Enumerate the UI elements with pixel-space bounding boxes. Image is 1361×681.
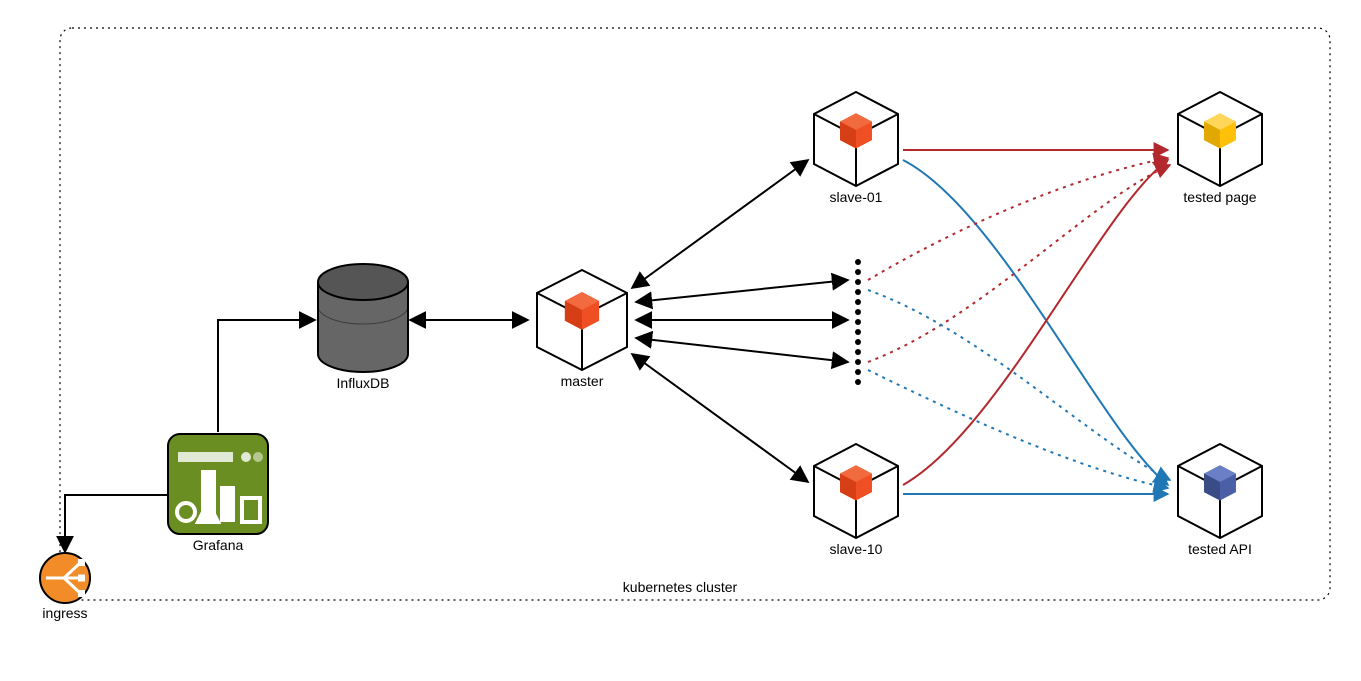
master-icon (537, 270, 627, 370)
testedpage-label: tested page (1183, 189, 1256, 205)
edge-ellipsis-testedapi-1 (868, 290, 1170, 480)
master-label: master (561, 373, 604, 389)
ingress-icon (40, 553, 90, 603)
testedapi-label: tested API (1188, 541, 1252, 557)
edge-grafana-ingress (65, 495, 170, 552)
slave10-label: slave-10 (830, 541, 883, 557)
edge-master-ellipsis-1 (636, 280, 848, 302)
edge-ellipsis-testedpage-2 (868, 165, 1170, 362)
cluster-label: kubernetes cluster (623, 579, 738, 595)
influxdb-icon (318, 264, 408, 372)
diagram-canvas: kubernetes cluster (0, 0, 1361, 681)
grafana-label: Grafana (193, 537, 244, 553)
edge-grafana-influxdb (218, 320, 315, 432)
edge-master-slave10 (632, 354, 808, 482)
ellipsis-icon (855, 259, 861, 385)
edge-master-slave01 (632, 160, 808, 288)
edge-slave01-testedapi (903, 160, 1168, 485)
edge-ellipsis-testedpage-1 (868, 158, 1168, 280)
grafana-icon (168, 434, 268, 534)
slave10-icon (814, 444, 898, 538)
edge-master-ellipsis-3 (636, 338, 848, 362)
testedpage-icon (1178, 92, 1262, 186)
ingress-label: ingress (42, 605, 87, 621)
slave01-icon (814, 92, 898, 186)
slave01-label: slave-01 (830, 189, 883, 205)
testedapi-icon (1178, 444, 1262, 538)
influxdb-label: InfluxDB (337, 375, 390, 391)
edge-slave10-testedpage (903, 160, 1168, 485)
edge-ellipsis-testedapi-2 (868, 370, 1168, 488)
